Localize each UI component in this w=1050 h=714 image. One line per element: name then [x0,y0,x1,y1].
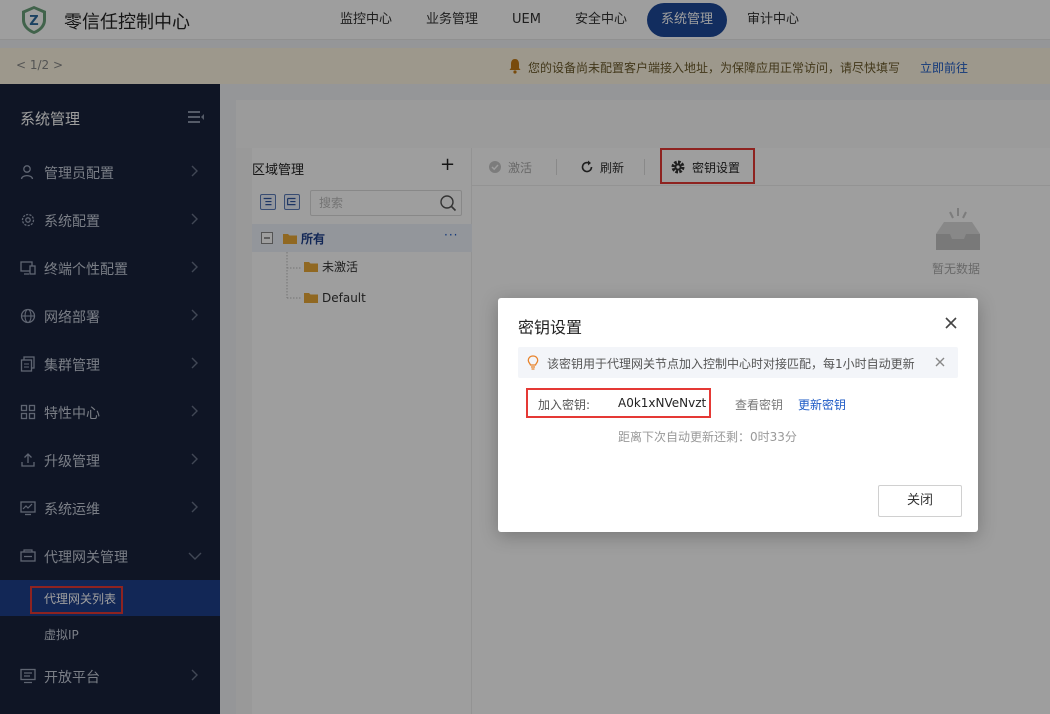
view-key-link[interactable]: 查看密钥 [735,396,783,413]
lightbulb-icon [527,355,539,370]
close-icon[interactable] [944,316,958,330]
update-key-link[interactable]: 更新密钥 [798,396,846,413]
info-tip: 该密钥用于代理网关节点加入控制中心时对接匹配，每1小时自动更新 [518,347,958,378]
highlight-box-join-key [526,388,711,418]
close-button[interactable]: 关闭 [878,485,962,517]
key-settings-dialog: 密钥设置 该密钥用于代理网关节点加入控制中心时对接匹配，每1小时自动更新 加入密… [498,298,978,532]
auto-update-countdown: 距离下次自动更新还剩：0时33分 [618,430,797,444]
close-tip-icon[interactable] [935,357,945,367]
dialog-title: 密钥设置 [518,318,583,337]
tip-text: 该密钥用于代理网关节点加入控制中心时对接匹配，每1小时自动更新 [547,357,915,371]
